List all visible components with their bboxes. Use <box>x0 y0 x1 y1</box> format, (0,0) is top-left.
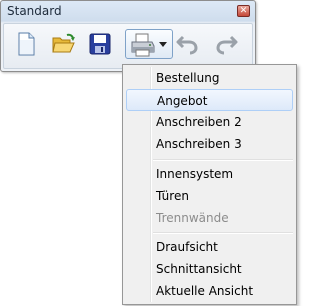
menu-item-label: Angebot <box>157 94 208 108</box>
undo-button[interactable] <box>171 30 203 58</box>
menu-item-innensystem[interactable]: Innensystem <box>126 163 293 185</box>
redo-button[interactable] <box>211 30 243 58</box>
new-document-icon <box>18 32 35 56</box>
menu-item-label: Schnittansicht <box>156 262 242 276</box>
menu-item-anschreiben-2[interactable]: Anschreiben 2 <box>126 111 293 133</box>
chevron-down-icon[interactable] <box>159 42 167 47</box>
floppy-disk-icon <box>89 33 111 55</box>
menu-item-label: Anschreiben 2 <box>156 115 242 129</box>
print-dropdown-menu: Bestellung Angebot Anschreiben 2 Anschre… <box>122 64 297 305</box>
toolbar-titlebar[interactable]: Standard ✕ <box>1 1 255 22</box>
menu-item-anschreiben-3[interactable]: Anschreiben 3 <box>126 133 293 155</box>
print-button[interactable] <box>125 29 173 59</box>
toolbar-window: Standard ✕ <box>0 0 256 72</box>
menu-item-aktuelle-ansicht[interactable]: Aktuelle Ansicht <box>126 280 293 302</box>
menu-item-angebot[interactable]: Angebot <box>126 89 293 111</box>
menu-separator <box>153 159 293 161</box>
menu-item-label: Aktuelle Ansicht <box>156 284 254 298</box>
menu-item-tueren[interactable]: Türen <box>126 185 293 207</box>
menu-item-label: Türen <box>156 189 189 203</box>
printer-icon <box>131 33 155 57</box>
menu-separator <box>153 232 293 234</box>
new-document-button[interactable] <box>10 30 42 58</box>
close-button[interactable]: ✕ <box>237 5 250 17</box>
open-folder-button[interactable] <box>47 30 79 58</box>
menu-item-draufsicht[interactable]: Draufsicht <box>126 236 293 258</box>
toolbar <box>3 23 253 69</box>
menu-item-schnittansicht[interactable]: Schnittansicht <box>126 258 293 280</box>
menu-item-trennwaende: Trennwände <box>126 207 293 229</box>
redo-icon <box>216 35 238 55</box>
menu-item-label: Trennwände <box>156 211 229 225</box>
toolbar-title: Standard <box>7 4 62 18</box>
menu-item-label: Bestellung <box>156 71 220 85</box>
save-button[interactable] <box>84 30 116 58</box>
menu-item-label: Draufsicht <box>156 240 218 254</box>
menu-item-label: Innensystem <box>156 167 234 181</box>
menu-item-label: Anschreiben 3 <box>156 137 242 151</box>
close-icon: ✕ <box>239 6 248 16</box>
open-folder-icon <box>52 33 75 53</box>
undo-icon <box>176 35 198 55</box>
menu-item-bestellung[interactable]: Bestellung <box>126 67 293 89</box>
